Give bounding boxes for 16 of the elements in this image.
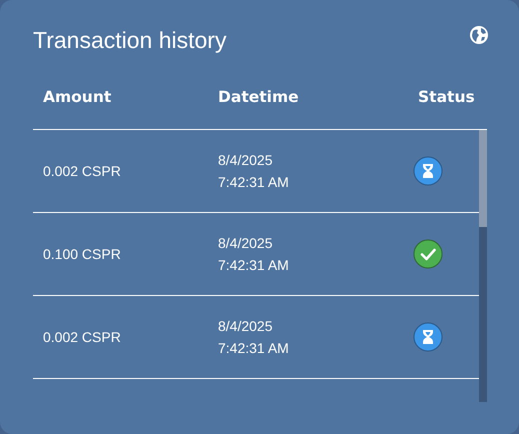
panel-title: Transaction history	[33, 26, 226, 55]
amount-cell-text: 0.002 CSPR	[42, 329, 122, 345]
time-text: 7:42:31 AM	[218, 340, 290, 356]
amount-cell-text: 0.100 CSPR	[42, 246, 122, 262]
amount-cell-text: 0.002 CSPR	[42, 163, 122, 179]
column-header: Datetime	[218, 88, 300, 106]
date-text: 8/4/2025	[218, 318, 274, 334]
column-header: Amount	[42, 88, 112, 106]
date-text: 8/4/2025	[218, 235, 274, 251]
scrollbar-track[interactable]	[479, 130, 487, 402]
time-text: 7:42:31 AM	[218, 174, 290, 190]
column-header: Status	[418, 88, 476, 106]
time-text: 7:42:31 AM	[218, 257, 290, 273]
scrollbar-thumb[interactable]	[479, 130, 487, 227]
globe-icon[interactable]	[469, 25, 489, 45]
date-text: 8/4/2025	[218, 152, 274, 168]
